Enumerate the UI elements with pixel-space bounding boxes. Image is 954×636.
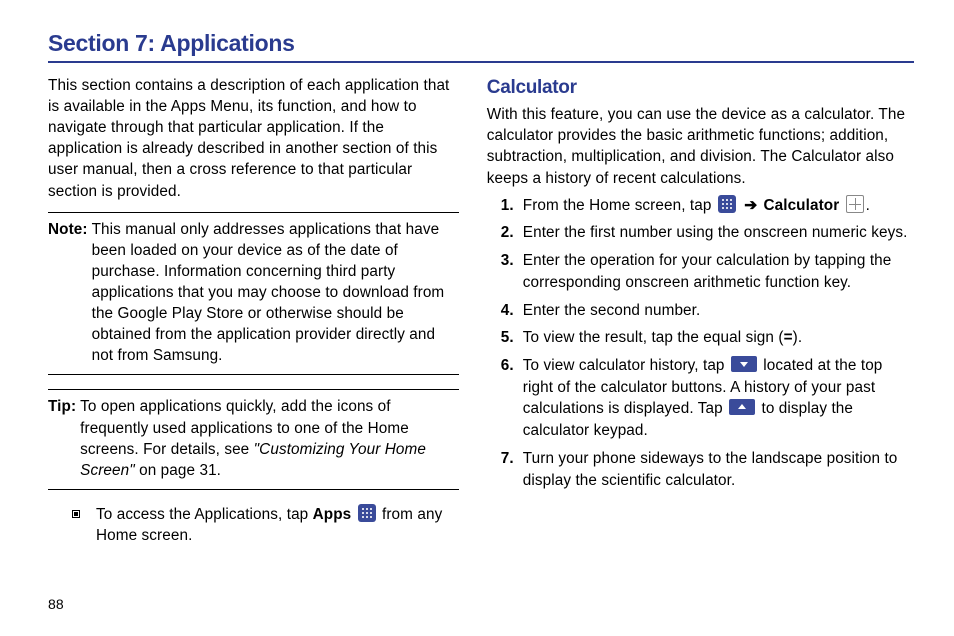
step1-a: From the Home screen, tap: [523, 197, 716, 214]
tip-label: Tip:: [48, 396, 80, 417]
two-column-layout: This section contains a description of e…: [48, 75, 914, 546]
step5-c: ).: [793, 329, 803, 346]
step6-a: To view calculator history, tap: [523, 357, 729, 374]
note-body: This manual only addresses applications …: [92, 219, 459, 367]
step7-body: Turn your phone sideways to the landscap…: [523, 448, 914, 491]
step-1: From the Home screen, tap ➔ Calculator .: [501, 195, 914, 217]
chevron-down-icon: [731, 356, 757, 372]
step2-body: Enter the first number using the onscree…: [523, 222, 908, 244]
tip-body: To open applications quickly, add the ic…: [80, 396, 459, 480]
step3-body: Enter the operation for your calculation…: [523, 250, 914, 293]
note-label: Note:: [48, 219, 92, 240]
note-block: Note: This manual only addresses applica…: [48, 212, 459, 376]
calculator-icon: [846, 195, 864, 213]
equals-sign: =: [784, 329, 793, 346]
calculator-intro: With this feature, you can use the devic…: [487, 104, 914, 188]
section-intro: This section contains a description of e…: [48, 75, 459, 202]
title-rule: [48, 61, 914, 63]
right-column: Calculator With this feature, you can us…: [487, 75, 914, 546]
steps-list: From the Home screen, tap ➔ Calculator .…: [501, 195, 914, 492]
page-number: 88: [48, 596, 64, 612]
chevron-up-icon: [729, 399, 755, 415]
square-bullet-icon: [72, 510, 80, 518]
apps-grid-icon: [358, 504, 376, 522]
step-6: To view calculator history, tap located …: [501, 355, 914, 442]
calculator-heading: Calculator: [487, 75, 914, 101]
step5-a: To view the result, tap the equal sign (: [523, 329, 784, 346]
left-column: This section contains a description of e…: [48, 75, 459, 546]
access-list: To access the Applications, tap Apps fro…: [72, 504, 459, 546]
step-5: To view the result, tap the equal sign (…: [501, 327, 914, 349]
step-7: Turn your phone sideways to the landscap…: [501, 448, 914, 491]
tip-block: Tip: To open applications quickly, add t…: [48, 389, 459, 489]
arrow-icon: ➔: [742, 197, 759, 214]
step-2: Enter the first number using the onscree…: [501, 222, 914, 244]
step-4: Enter the second number.: [501, 300, 914, 322]
apps-grid-icon: [718, 195, 736, 213]
section-title: Section 7: Applications: [48, 30, 914, 57]
tip-text-b: on page 31.: [135, 462, 221, 479]
access-apps-label: Apps: [313, 506, 352, 523]
step-3: Enter the operation for your calculation…: [501, 250, 914, 293]
access-a: To access the Applications, tap: [96, 506, 313, 523]
access-body: To access the Applications, tap Apps fro…: [96, 504, 459, 546]
step4-body: Enter the second number.: [523, 300, 701, 322]
calculator-label: Calculator: [763, 197, 839, 214]
access-item: To access the Applications, tap Apps fro…: [72, 504, 459, 546]
step1-period: .: [866, 197, 870, 214]
